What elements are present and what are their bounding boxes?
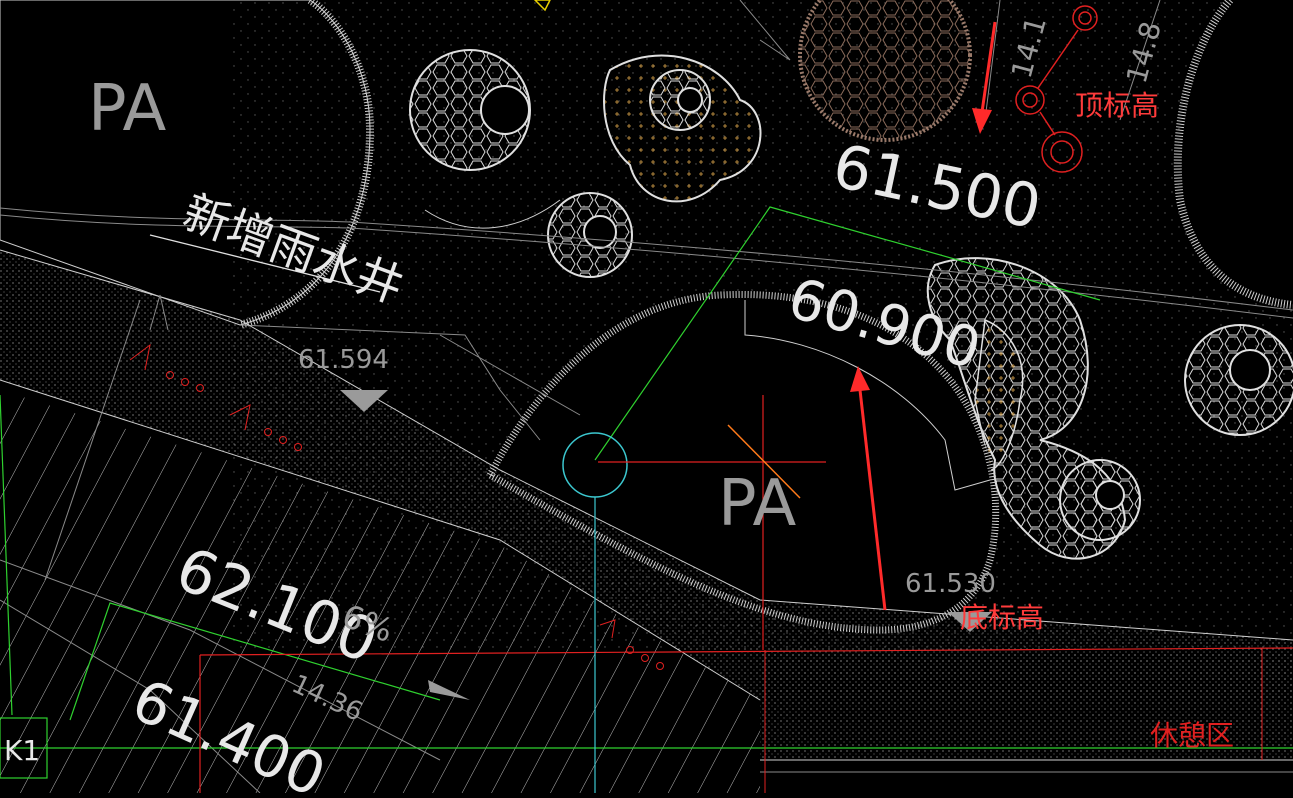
cad-canvas[interactable]: PA PA 61.500 60.900 62.100 61.400 6% 61.… xyxy=(0,0,1293,798)
area-label-pa-center: PA xyxy=(718,467,797,541)
label-k1: K1 xyxy=(4,734,40,767)
annotation-top-elevation: 顶标高 xyxy=(1075,89,1159,122)
bottom-right-red-label: 休憩区 xyxy=(1150,719,1234,752)
elevation-label-small-left: 61.594 xyxy=(298,345,389,375)
annotation-bottom-elevation: 底标高 xyxy=(960,601,1044,634)
area-label-pa-left: PA xyxy=(88,72,167,146)
elevation-label-small-right: 61.530 xyxy=(905,569,996,599)
cad-drawing: PA PA 61.500 60.900 62.100 61.400 6% 61.… xyxy=(0,0,1293,798)
